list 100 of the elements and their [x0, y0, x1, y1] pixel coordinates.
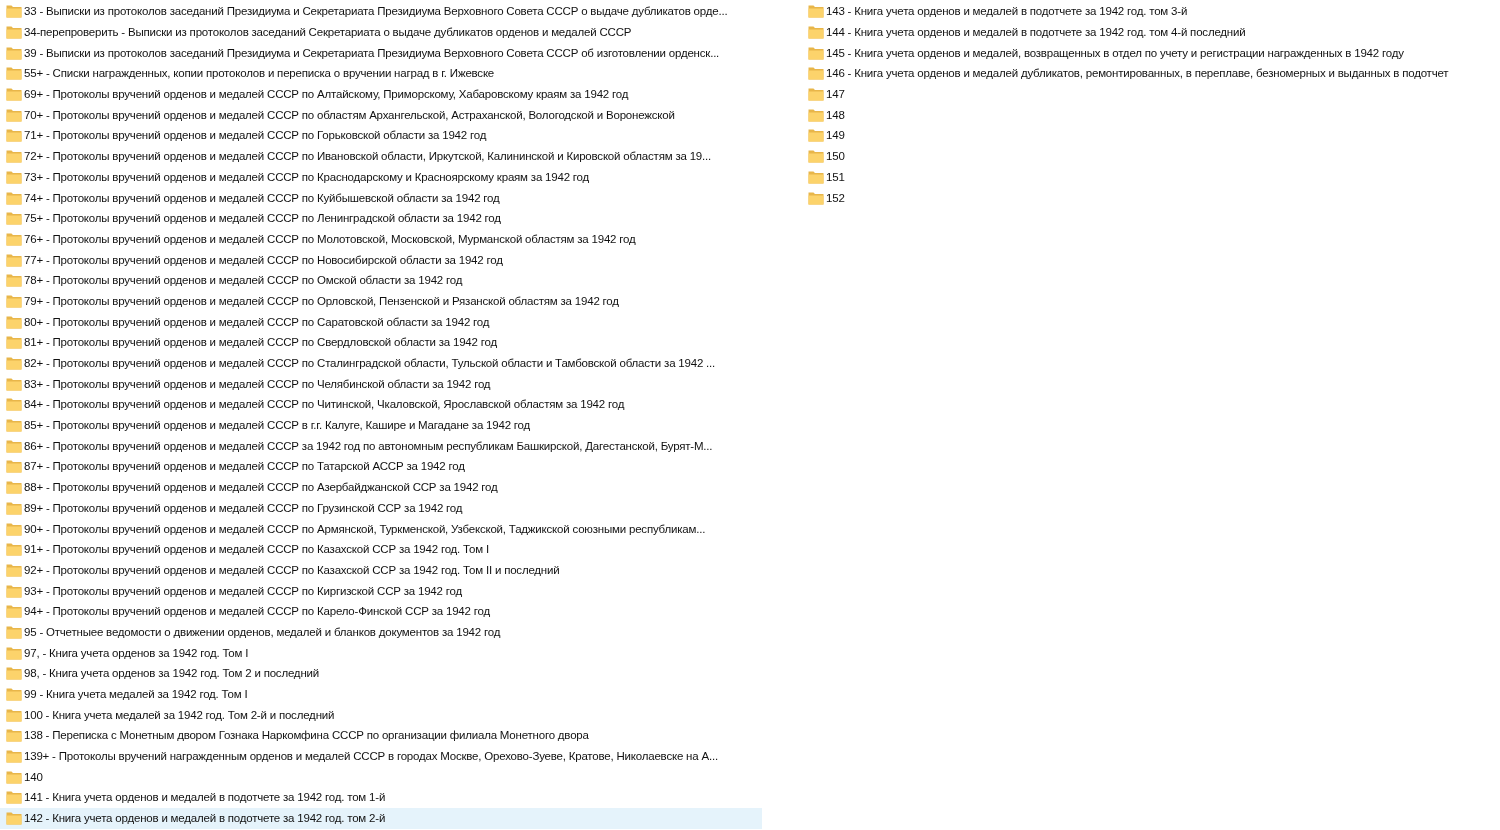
folder-icon	[6, 645, 22, 660]
folder-item[interactable]: 39 - Выписки из протоколов заседаний Президиума и Секретариата Президиума Верховного Совета СССР об изготовлении орденск...	[0, 42, 762, 64]
folder-item[interactable]: 140	[0, 766, 762, 788]
folder-item[interactable]: 69+ - Протоколы вручений орденов и медалей СССР по Алтайскому, Приморскому, Хабаровскому краям за 1942 год	[0, 83, 762, 105]
folder-icon	[6, 252, 22, 267]
folder-icon	[6, 169, 22, 184]
folder-item[interactable]: 138 - Переписка с Монетным двором Гознака Наркомфина СССР по организации филиала Монетного двора	[0, 725, 762, 746]
folder-icon	[6, 397, 22, 412]
folder-icon	[6, 749, 22, 764]
folder-icon	[808, 25, 824, 40]
folder-icon	[6, 418, 22, 433]
folder-icon	[6, 790, 22, 805]
folder-icon	[808, 4, 824, 19]
folder-icon	[808, 107, 824, 122]
folder-item[interactable]: 33 - Выписки из протоколов заседаний Президиума и Секретариата Президиума Верховного Совета СССР о выдаче дубликатов орде...	[0, 1, 762, 22]
folder-item[interactable]: 80+ - Протоколы вручений орденов и медалей СССР по Саратовской области за 1942 год	[0, 311, 762, 332]
folder-item[interactable]: 73+ - Протоколы вручений орденов и медалей СССР по Краснодарскому и Красноярскому краям за 1942 год	[0, 166, 762, 188]
folder-item[interactable]: 84+ - Протоколы вручений орденов и медалей СССР по Читинской, Чкаловской, Ярославской областям за 1942 год	[0, 394, 762, 415]
folder-item[interactable]: 74+ - Протоколы вручений орденов и медалей СССР по Куйбышевской области за 1942 год	[0, 187, 762, 208]
folder-icon	[6, 624, 22, 639]
folder-icon	[6, 128, 22, 143]
folder-icon	[808, 149, 824, 164]
folder-item[interactable]: 149	[802, 125, 1492, 146]
folder-icon	[6, 66, 22, 81]
folder-icon	[6, 314, 22, 329]
folder-icon	[6, 459, 22, 474]
folder-item[interactable]: 143 - Книга учета орденов и медалей в подотчете за 1942 год. том 3-й	[802, 1, 1492, 22]
folder-icon	[6, 707, 22, 722]
folder-item[interactable]: 78+ - Протоколы вручений орденов и медалей СССР по Омской области за 1942 год	[0, 269, 762, 291]
folder-item[interactable]: 148	[802, 104, 1492, 126]
folder-item[interactable]: 99 - Книга учета медалей за 1942 год. Том I	[0, 683, 762, 705]
folder-icon	[6, 273, 22, 288]
folder-item[interactable]: 93+ - Протоколы вручений орденов и медалей СССР по Киргизской ССР за 1942 год	[0, 580, 762, 601]
folder-item[interactable]: 152	[802, 187, 1492, 208]
folder-icon	[6, 521, 22, 536]
folder-icon	[6, 335, 22, 350]
folder-icon	[808, 169, 824, 184]
folder-item[interactable]: 86+ - Протоколы вручений орденов и медалей СССР за 1942 год по автономным республикам Башкирской, Дагестанской, Бурят-М...	[0, 435, 762, 457]
folder-item[interactable]: 71+ - Протоколы вручений орденов и медалей СССР по Горьковской области за 1942 год	[0, 125, 762, 146]
folder-icon	[6, 376, 22, 391]
folder-icon	[6, 687, 22, 702]
folder-item[interactable]: 142 - Книга учета орденов и медалей в подотчете за 1942 год. том 2-й	[0, 807, 762, 829]
folder-icon	[6, 562, 22, 577]
folder-item[interactable]: 147	[802, 83, 1492, 105]
folder-item[interactable]: 85+ - Протоколы вручений орденов и медалей СССР в г.г. Калуге, Кашире и Магадане за 1942 год	[0, 414, 762, 436]
folder-item[interactable]: 34-перепроверить - Выписки из протоколов заседаний Секретариата о выдаче дубликатов орденов и медалей СССР	[0, 21, 762, 43]
folder-item[interactable]: 144 - Книга учета орденов и медалей в подотчете за 1942 год. том 4-й последний	[802, 21, 1492, 43]
folder-item[interactable]: 95 - Отчетныее ведомости о движении орденов, медалей и бланков документов за 1942 год	[0, 621, 762, 643]
folder-icon	[6, 45, 22, 60]
folder-item[interactable]: 150	[802, 145, 1492, 167]
folder-item[interactable]: 75+ - Протоколы вручений орденов и медалей СССР по Ленинградской области за 1942 год	[0, 207, 762, 229]
folder-icon	[6, 211, 22, 226]
folder-icon	[6, 190, 22, 205]
folder-icon	[6, 438, 22, 453]
folder-item[interactable]: 98, - Книга учета орденов за 1942 год. Том 2 и последний	[0, 663, 762, 684]
folder-item[interactable]: 79+ - Протоколы вручений орденов и медалей СССР по Орловской, Пензенской и Рязанской областям за 1942 год	[0, 290, 762, 312]
folder-icon	[6, 25, 22, 40]
folder-icon	[6, 293, 22, 308]
folder-item[interactable]: 55+ - Списки награжденных, копии протоколов и переписка о вручении наград в г. Ижевске	[0, 63, 762, 84]
folder-item[interactable]: 94+ - Протоколы вручений орденов и медалей СССР по Карело-Финской ССР за 1942 год	[0, 600, 762, 622]
folder-item[interactable]: 89+ - Протоколы вручений орденов и медалей СССР по Грузинской ССР за 1942 год	[0, 497, 762, 519]
folder-item[interactable]: 87+ - Протоколы вручений орденов и медалей СССР по Татарской АССР за 1942 год	[0, 456, 762, 477]
folder-icon	[6, 666, 22, 681]
folder-item[interactable]: 92+ - Протоколы вручений орденов и медалей СССР по Казахской ССР за 1942 год. Том II и последний	[0, 559, 762, 581]
folder-item[interactable]: 70+ - Протоколы вручений орденов и медалей СССР по областям Архангельской, Астраханской, Вологодской и Воронежской	[0, 104, 762, 126]
folder-item[interactable]: 90+ - Протоколы вручений орденов и медалей СССР по Армянской, Туркменской, Узбекской, Таджикской союзными республикам...	[0, 518, 762, 539]
folder-icon	[6, 728, 22, 743]
folder-icon	[6, 87, 22, 102]
folder-item[interactable]: 76+ - Протоколы вручений орденов и медалей СССР по Молотовской, Московской, Мурманской областям за 1942 год	[0, 228, 762, 250]
folder-item[interactable]: 97, - Книга учета орденов за 1942 год. Том I	[0, 642, 762, 663]
folder-icon	[6, 604, 22, 619]
folder-item[interactable]: 72+ - Протоколы вручений орденов и медалей СССР по Ивановской области, Иркутской, Калининской и Кировской областям за 19...	[0, 145, 762, 167]
folder-icon	[6, 769, 22, 784]
folder-icon	[808, 45, 824, 60]
folder-icon	[6, 583, 22, 598]
folder-icon	[808, 66, 824, 81]
folder-icon	[6, 542, 22, 557]
folder-icon	[6, 107, 22, 122]
folder-item[interactable]: 139+ - Протоколы вручений награжденным орденов и медалей СССР в городах Москве, Орехово-Зуеве, Кратове, Николаевске на А...	[0, 745, 762, 767]
folder-icon	[6, 811, 22, 826]
folder-item[interactable]: 146 - Книга учета орденов и медалей дубликатов, ремонтированных, в переплаве, безномерных и выданных в подотчет	[802, 63, 1492, 84]
folder-icon	[6, 480, 22, 495]
folder-item[interactable]: 141 - Книга учета орденов и медалей в подотчете за 1942 год. том 1-й	[0, 787, 762, 808]
folder-item[interactable]: 77+ - Протоколы вручений орденов и медалей СССР по Новосибирской области за 1942 год	[0, 249, 762, 270]
folder-icon	[6, 500, 22, 515]
folder-item[interactable]: 88+ - Протоколы вручений орденов и медалей СССР по Азербайджанской ССР за 1942 год	[0, 476, 762, 498]
folder-icon	[808, 190, 824, 205]
folder-item[interactable]: 91+ - Протоколы вручений орденов и медалей СССР по Казахской ССР за 1942 год. Том I	[0, 538, 762, 560]
folder-icon	[808, 128, 824, 143]
folder-icon	[6, 356, 22, 371]
folder-icon	[6, 4, 22, 19]
folder-item[interactable]: 83+ - Протоколы вручений орденов и медалей СССР по Челябинской области за 1942 год	[0, 373, 762, 395]
folder-item[interactable]: 151	[802, 166, 1492, 188]
folder-icon	[808, 87, 824, 102]
folder-icon	[6, 231, 22, 246]
folder-item[interactable]: 82+ - Протоколы вручений орденов и медалей СССР по Сталинградской области, Тульской области и Тамбовской области за 1942 ...	[0, 352, 762, 374]
folder-item[interactable]: 145 - Книга учета орденов и медалей, возвращенных в отдел по учету и регистрации награжденных в 1942 году	[802, 42, 1492, 64]
folder-item[interactable]: 81+ - Протоколы вручений орденов и медалей СССР по Свердловской области за 1942 год	[0, 332, 762, 353]
folder-item[interactable]: 100 - Книга учета медалей за 1942 год. Том 2-й и последний	[0, 704, 762, 726]
folder-icon	[6, 149, 22, 164]
